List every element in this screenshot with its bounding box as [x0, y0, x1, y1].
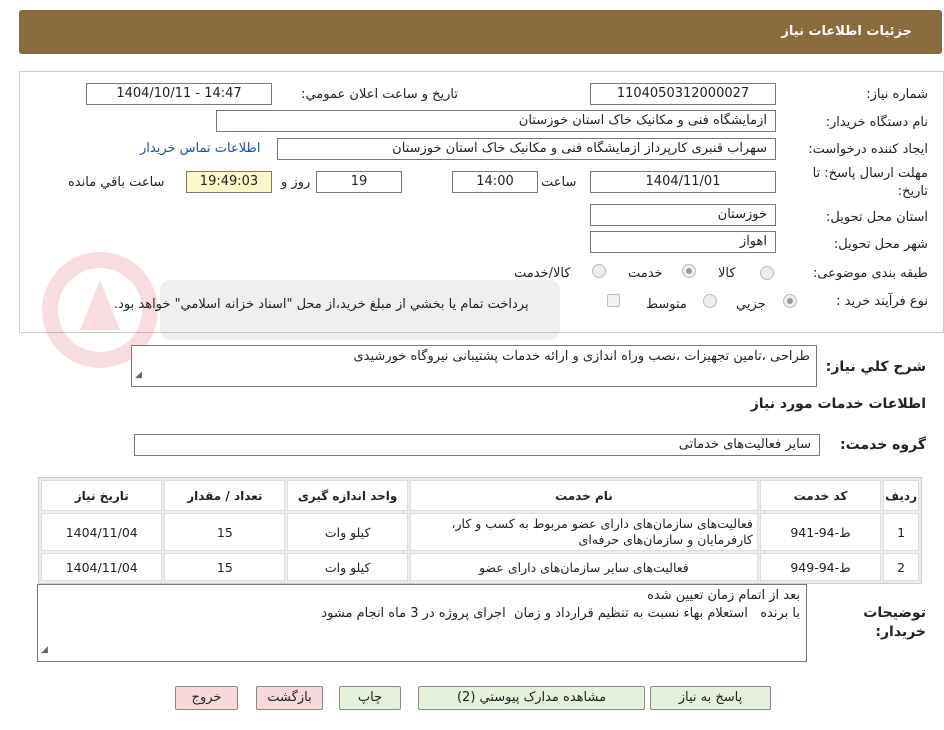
category-both-label: کالا/خدمت	[514, 266, 571, 281]
table-header-row: رديف کد خدمت نام خدمت واحد اندازه گيری ت…	[41, 480, 919, 511]
cell-code: ط-94-949	[759, 553, 882, 581]
back-button[interactable]: بازگشت	[256, 686, 323, 710]
category-goods-radio[interactable]	[760, 266, 774, 280]
buyer-notes-textarea: بعد از اتمام زمان تعیین شده با برنده است…	[37, 584, 807, 662]
buyer-notes-line-1: بعد از اتمام زمان تعیین شده	[647, 588, 800, 603]
respond-button[interactable]: پاسخ به نياز	[650, 686, 771, 710]
col-index: رديف	[883, 480, 919, 511]
col-date: تاريخ نياز	[41, 480, 163, 511]
province-label: استان محل تحويل:	[826, 210, 928, 225]
deadline-date-field: 1404/11/01	[590, 171, 776, 193]
announce-field: 1404/10/11 - 14:47	[86, 83, 272, 105]
col-code: کد خدمت	[759, 480, 882, 511]
col-name: نام خدمت	[410, 480, 758, 511]
col-unit: واحد اندازه گيری	[287, 480, 408, 511]
remaining-time-field: 19:49:03	[186, 171, 272, 193]
table-row: 1 ط-94-941 فعالیت‌های سازمان‌های دارای ع…	[41, 513, 919, 551]
days-label: روز و	[281, 175, 311, 190]
cell-name: فعالیت‌های سایر سازمان‌های دارای عضو	[410, 553, 758, 581]
treasury-checkbox[interactable]	[607, 294, 620, 307]
requester-label: ايجاد کننده درخواست:	[808, 142, 928, 157]
print-button[interactable]: چاپ	[339, 686, 401, 710]
cell-code: ط-94-941	[759, 513, 882, 551]
cell-qty: 15	[164, 513, 286, 551]
view-attachments-button[interactable]: مشاهده مدارک پيوستي (2)	[418, 686, 645, 710]
summary-label: شرح کلي نياز:	[825, 359, 926, 375]
city-label: شهر محل تحويل:	[833, 237, 928, 252]
services-table: رديف کد خدمت نام خدمت واحد اندازه گيری ت…	[38, 477, 922, 584]
category-service-label: خدمت	[628, 266, 663, 281]
service-group-label: گروه خدمت:	[840, 437, 926, 453]
page-title: جزئیات اطلاعات نیاز	[781, 24, 912, 39]
purchase-medium-label: متوسط	[646, 297, 687, 312]
announce-label: تاريخ و ساعت اعلان عمومي:	[301, 87, 458, 102]
cell-date: 1404/11/04	[41, 513, 163, 551]
deadline-time-field: 14:00	[452, 171, 538, 193]
cell-unit: کیلو وات	[287, 513, 408, 551]
payment-note: پرداخت تمام يا بخشي از مبلغ خريد،از محل …	[114, 297, 529, 312]
cell-qty: 15	[164, 553, 286, 581]
exit-button[interactable]: خروج	[175, 686, 238, 710]
purchase-minor-radio[interactable]	[783, 294, 797, 308]
buyer-notes-label: توضيحات خريدار:	[863, 605, 926, 640]
need-number-label: شماره نياز:	[866, 87, 928, 102]
summary-text: طراحی ،تامین تجهیزات ،نصب وراه اندازی و …	[353, 349, 811, 364]
cell-unit: کیلو وات	[287, 553, 408, 581]
category-goods-label: کالا	[718, 266, 736, 281]
city-field: اهواز	[590, 231, 776, 253]
purchase-minor-label: جزيي	[736, 297, 766, 312]
deadline-label: مهلت ارسال پاسخ: تا تاریخ:	[812, 166, 928, 199]
category-label: طبقه بندی موضوعی:	[812, 266, 928, 281]
resize-grip-icon[interactable]: ◢	[135, 366, 142, 384]
page-header: جزئیات اطلاعات نیاز	[19, 10, 942, 54]
resize-grip-icon[interactable]: ◢	[41, 641, 48, 659]
cell-date: 1404/11/04	[41, 553, 163, 581]
cell-index: 1	[883, 513, 919, 551]
buyer-notes-line-2: با برنده استعلام بهاء نسبت به تنظیم قرار…	[321, 606, 800, 621]
table-row: 2 ط-94-949 فعالیت‌های سایر سازمان‌های دا…	[41, 553, 919, 581]
purchase-medium-radio[interactable]	[703, 294, 717, 308]
province-field: خوزستان	[590, 204, 776, 226]
buyer-org-field: ازمایشگاه فنی و مکانیک خاک استان خوزستان	[216, 110, 776, 132]
days-field: 19	[316, 171, 402, 193]
requester-field: سهراب قنبری کارپرداز ازمایشگاه فنی و مکا…	[277, 138, 776, 160]
category-both-radio[interactable]	[592, 264, 606, 278]
cell-index: 2	[883, 553, 919, 581]
service-group-field: سایر فعالیت‌های خدماتی	[134, 434, 820, 456]
summary-textarea: طراحی ،تامین تجهیزات ،نصب وراه اندازی و …	[131, 345, 817, 387]
remaining-label: ساعت باقي مانده	[68, 175, 165, 190]
time-label: ساعت	[541, 175, 577, 190]
buyer-org-label: نام دستگاه خريدار:	[825, 115, 928, 130]
purchase-type-label: نوع فرآيند خريد :	[836, 294, 928, 309]
col-qty: تعداد / مقدار	[164, 480, 286, 511]
need-number-field: 1104050312000027	[590, 83, 776, 105]
cell-name: فعالیت‌های سازمان‌های دارای عضو مربوط به…	[410, 513, 758, 551]
services-section-title: اطلاعات خدمات مورد نياز	[750, 396, 926, 412]
category-service-radio[interactable]	[682, 264, 696, 278]
buyer-contact-link[interactable]: اطلاعات تماس خريدار	[140, 141, 260, 156]
